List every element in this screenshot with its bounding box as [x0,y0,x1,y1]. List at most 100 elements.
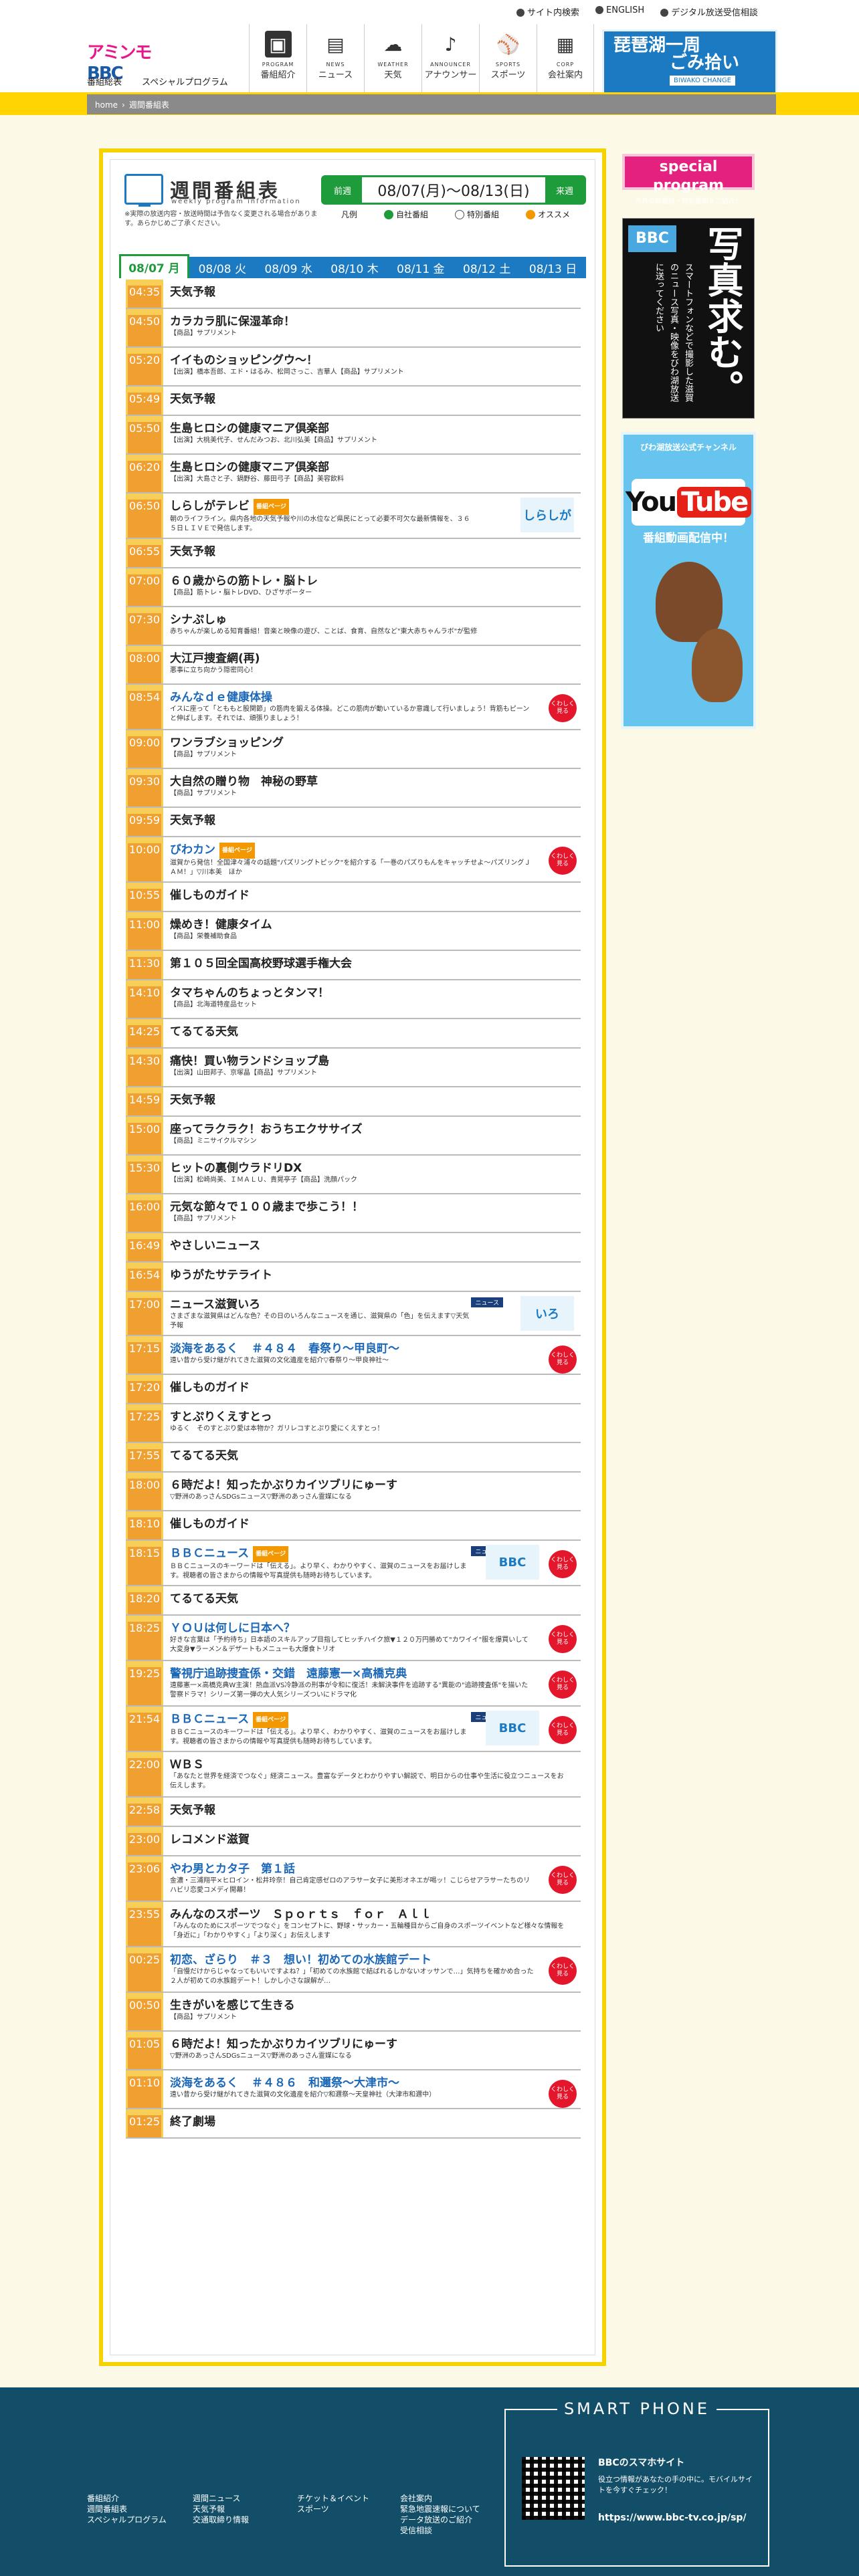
footer-link[interactable]: 週間番組表 [87,2504,167,2514]
program-row: 04:50 カラカラ肌に保湿革命！ 【商品】サプリメント [126,309,581,348]
program-title[interactable]: ＹＯＵは何しに日本へ？ [170,1621,574,1636]
program-time: 14:30 [126,1049,163,1086]
program-page-tag[interactable]: 番組ページ [253,1712,288,1728]
program-page-tag[interactable]: 番組ページ [253,1546,288,1562]
program-time-label: 17:15 [127,1342,162,1374]
program-episode: ＃４８４ 春祭り〜甲良町〜 [252,1342,399,1356]
nav-corp[interactable]: ▦ CORP 会社案内 [537,24,594,98]
nav-program[interactable]: ▣ PROGRAM 番組紹介 [249,24,306,98]
program-title: 催しものガイド [170,1517,250,1531]
tab-day[interactable]: 08/10 木 [322,257,388,278]
details-button[interactable]: くわしく見る [549,1625,577,1653]
program-title: 大江戸捜査網(再) [170,652,260,665]
footer-link[interactable]: 交通取締り情報 [193,2514,249,2525]
footer-link[interactable]: スポーツ [297,2504,369,2514]
program-time-label: 04:35 [127,286,162,308]
details-button[interactable]: くわしく見る [549,847,577,875]
tab-day[interactable]: 08/07 月 [119,254,189,278]
nav-sports[interactable]: ⚾ SPORTS スポーツ [479,24,537,98]
footer-link[interactable]: 会社案内 [400,2493,480,2504]
footer-link[interactable]: 週間ニュース [193,2493,249,2504]
youtube-banner[interactable]: びわ湖放送公式チャンネル You Tube 番組動画配信中！ [621,432,756,729]
program-cast: 【商品】ミニサイクルマシン [170,1138,257,1145]
site-search-link[interactable]: サイト内検索 [516,5,579,18]
nav-announcer[interactable]: ♪ ANNOUNCER アナウンサー [421,24,479,98]
footer-link[interactable]: 番組紹介 [87,2493,167,2504]
details-button[interactable]: くわしく見る [549,2080,577,2108]
program-row: 21:54 ＢＢＣニュース 番組ページ ＢＢＣニュースのキーワードは「伝える」。より早… [126,1707,581,1752]
logo-links: 番組総表 スペシャルプログラム [87,75,228,88]
program-cell: やさしいニュース [163,1233,581,1261]
sports-icon: ⚾ [496,33,520,56]
link-special-program[interactable]: スペシャルプログラム [142,75,228,88]
program-title[interactable]: 淡海をあるく ＃４８６ 和邇祭〜大津市〜 [170,2076,574,2090]
program-title: ゆうがたサテライト [170,1269,272,1282]
details-button[interactable]: くわしく見る [549,1866,577,1894]
details-button[interactable]: くわしく見る [549,1346,577,1374]
program-title[interactable]: やわ男とカタ子 第１話 [170,1862,574,1876]
program-thumbnail[interactable]: BBC [486,1711,539,1745]
program-time-label: 23:06 [127,1862,162,1901]
details-button[interactable]: くわしく見る [549,1957,577,1985]
program-time: 06:55 [126,539,163,567]
program-title: 大自然の贈り物 神秘の野草 [170,775,318,788]
program-page-tag[interactable]: 番組ページ [219,843,255,859]
program-time-label: 16:00 [127,1200,162,1232]
next-week-button[interactable]: 来週 [545,177,584,203]
footer-link[interactable]: チケット＆イベント [297,2493,369,2504]
link-weekly-program[interactable]: 番組総表 [87,75,122,88]
program-title[interactable]: 警視庁追跡捜査係・交錯 遠藤憲一×高橋克典 [170,1667,574,1681]
tab-day[interactable]: 08/08 火 [189,257,256,278]
tab-day[interactable]: 08/13 日 [520,257,586,278]
program-time-label: 07:30 [127,613,162,645]
program-time-label: 08:00 [127,652,162,683]
english-link[interactable]: ENGLISH [595,5,644,18]
program-description: ゆるく そのすとぷり愛は本物か？ガリレコすとぷり愛にくえすとっ！ [170,1425,384,1432]
program-time: 18:25 [126,1616,163,1660]
footer-link[interactable]: 天気予報 [193,2504,249,2514]
microphone-icon: ♪ [444,33,457,56]
photo-request-banner[interactable]: BBC 写真求む。 スマートフォンなどで撮影した滋賀のニュース写真・映像をびわ湖… [622,218,755,419]
schedule-note: ※実際の放送内容・放送時間は予告なく変更される場合があります。あらかじめご了承く… [124,211,318,227]
details-button[interactable]: くわしく見る [549,694,577,722]
prev-week-button[interactable]: 前週 [323,177,362,203]
nav-weather[interactable]: ☁ WEATHER 天気 [364,24,421,98]
biwako-cleanup-banner[interactable]: 琵琶湖一周 ごみ拾い BIWAKO CHANGE [602,29,777,96]
program-time-label: 05:20 [127,354,162,385]
footer-col: 番組紹介 週間番組表 スペシャルプログラム [87,2493,167,2525]
program-page-tag[interactable]: 番組ページ [254,499,289,515]
program-title: 元気な節々で１００歳まで歩こう！！ [170,1200,363,1214]
program-title[interactable]: びわカン 番組ページ [170,843,574,859]
smartphone-url[interactable]: https://www.bbc-tv.co.jp/sp/ [598,2510,765,2525]
program-title[interactable]: 初恋、ざらり ＃３ 想い！初めての水族館デート [170,1953,574,1967]
tab-day[interactable]: 08/11 金 [387,257,454,278]
site-logo[interactable]: アミンモBBC [87,39,154,84]
footer-link[interactable]: 受信相談 [400,2525,480,2536]
program-row: 15:30 ヒットの裏側ウラドリDX 【出演】松崎尚美、ＩＭＡＬＵ、貴晃亭子【商品】… [126,1156,581,1194]
details-button[interactable]: くわしく見る [549,1671,577,1699]
program-row: 18:00 ６時だよ！知ったかぶりカイツブリにゅーす ▽野洲のあっさんSDGsニュー… [126,1473,581,1511]
special-program-banner[interactable]: special program 今月の新番組・特別番組をご紹介！ [622,154,755,205]
program-thumbnail[interactable]: BBC [486,1545,539,1580]
tab-day[interactable]: 08/09 水 [256,257,322,278]
footer-link[interactable]: 緊急地震速報について [400,2504,480,2514]
news-icon: ▤ [326,33,345,56]
program-thumbnail[interactable]: いろ [520,1296,574,1331]
program-row: 09:00 ワンラブショッピング 【商品】サプリメント [126,730,581,769]
tab-day[interactable]: 08/12 土 [454,257,520,278]
nav-news[interactable]: ▤ NEWS ニュース [306,24,364,98]
footer-link[interactable]: スペシャルプログラム [87,2514,167,2525]
details-button[interactable]: くわしく見る [549,1550,577,1578]
program-list: 04:35 天気予報 04:50 カラカラ肌に保湿革命！ 【商品】サプリメント 05:20… [126,280,581,2139]
footer-link[interactable]: データ放送のご紹介 [400,2514,480,2525]
program-title[interactable]: みんなｄｅ健康体操 [170,690,574,705]
program-title: 燥めき！健康タイム [170,918,272,932]
program-cell: 大自然の贈り物 神秘の野草 【商品】サプリメント [163,769,581,807]
program-thumbnail[interactable]: しらしが [520,498,574,532]
reception-link[interactable]: デジタル放送受信相談 [660,5,758,18]
breadcrumb-home[interactable]: home [95,100,118,110]
details-button[interactable]: くわしく見る [549,1716,577,1744]
program-time-label: 05:50 [127,422,162,453]
program-time: 09:30 [126,769,163,807]
program-title[interactable]: 淡海をあるく ＃４８４ 春祭り〜甲良町〜 [170,1341,574,1356]
